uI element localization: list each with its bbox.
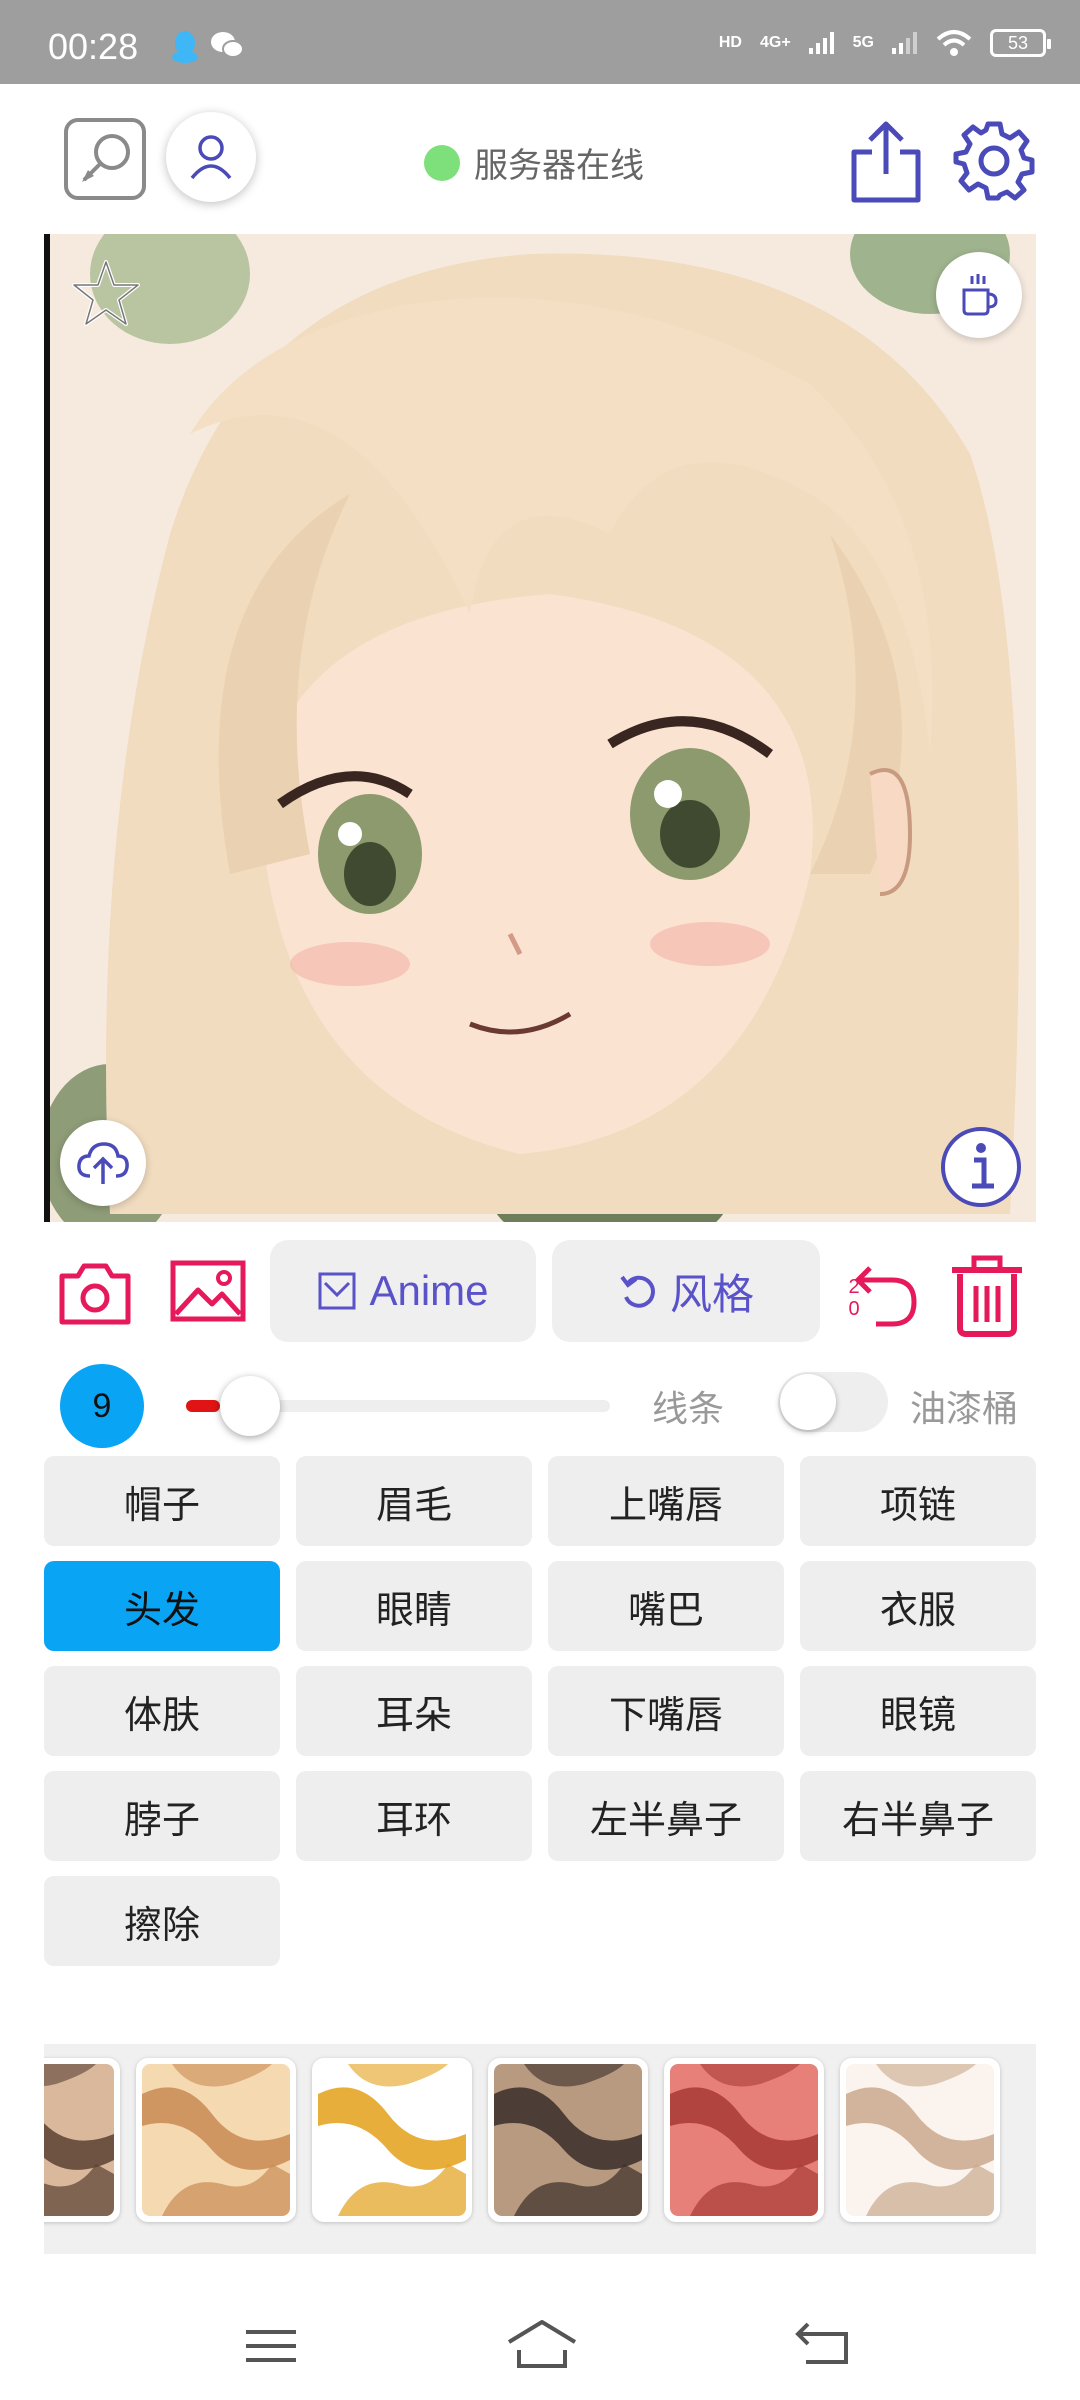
texture-pattern (846, 2064, 994, 2216)
4g-label: 4G+ (759, 34, 791, 51)
part-button[interactable]: 左半鼻子 (548, 1771, 784, 1861)
system-nav-bar (0, 2290, 1080, 2400)
texture-swatch[interactable] (44, 2058, 120, 2222)
menu-nav-button[interactable] (236, 2316, 306, 2376)
signal-icon (892, 32, 917, 54)
share-icon (851, 121, 921, 203)
star-icon (72, 260, 140, 326)
texture-pattern (142, 2064, 290, 2216)
favorite-button[interactable] (68, 256, 144, 332)
wifi-icon (936, 30, 972, 56)
texture-pattern (44, 2064, 114, 2216)
part-button[interactable]: 右半鼻子 (800, 1771, 1036, 1861)
home-icon (507, 2320, 577, 2368)
paint-bucket-label: 油漆桶 (910, 1389, 1019, 1430)
info-icon (941, 1127, 1021, 1207)
status-bar: 00:28 HD 4G+ 5G 53 (0, 0, 1080, 84)
gallery-button[interactable] (170, 1260, 246, 1322)
edit-icon (82, 134, 130, 182)
part-button[interactable]: 上嘴唇 (548, 1456, 784, 1546)
part-button[interactable]: 帽子 (44, 1456, 280, 1546)
slider-fill (186, 1400, 220, 1412)
undo-count: 2 0 (844, 1276, 864, 1320)
texture-swatch[interactable] (136, 2058, 296, 2222)
part-selector-grid: 帽子 眉毛 上嘴唇 项链头发 眼睛 嘴巴 衣服体肤 耳朵 下嘴唇 眼镜脖子 耳环 左半鼻子 右半鼻子擦除 (44, 1456, 1036, 1966)
part-button[interactable]: 头发 (44, 1561, 280, 1651)
texture-pattern (670, 2064, 818, 2216)
camera-button[interactable] (58, 1260, 132, 1326)
part-button[interactable]: 耳环 (296, 1771, 532, 1861)
style-label: 风格 (669, 1270, 754, 1318)
anime-mode-label: Anime (369, 1267, 489, 1314)
rotate-icon (620, 1275, 655, 1308)
battery-icon: 53 (990, 29, 1051, 57)
image-icon (170, 1260, 246, 1322)
image-canvas[interactable] (44, 234, 1036, 1222)
part-button[interactable]: 擦除 (44, 1876, 280, 1966)
status-indicators: HD 4G+ 5G 53 (718, 26, 1051, 60)
server-online-dot (424, 144, 460, 181)
undo-count-top: 2 (848, 1276, 860, 1298)
server-status-label: 服务器在线 (474, 146, 644, 186)
coffee-button[interactable] (936, 252, 1022, 338)
texture-swatch[interactable] (664, 2058, 824, 2222)
part-button[interactable]: 眉毛 (296, 1456, 532, 1546)
home-nav-button[interactable] (505, 2316, 577, 2376)
brush-row: 9 线条 油漆桶 (0, 1360, 1080, 1448)
paint-bucket-toggle[interactable] (778, 1372, 888, 1432)
part-button[interactable]: 眼镜 (800, 1666, 1036, 1756)
texture-pattern (318, 2064, 466, 2216)
part-button[interactable]: 嘴巴 (548, 1561, 784, 1651)
server-status: 服务器在线 (424, 138, 644, 187)
part-button[interactable]: 耳朵 (296, 1666, 532, 1756)
texture-swatch[interactable] (840, 2058, 1000, 2222)
back-icon (795, 2322, 848, 2364)
mail-icon (318, 1272, 356, 1310)
5g-label: 5G (852, 34, 874, 51)
part-button[interactable]: 下嘴唇 (548, 1666, 784, 1756)
user-button[interactable] (166, 112, 256, 202)
back-nav-button[interactable] (790, 2316, 860, 2376)
anime-mode-button[interactable]: Anime (270, 1240, 536, 1342)
part-button[interactable]: 脖子 (44, 1771, 280, 1861)
delete-button[interactable] (946, 1254, 1028, 1338)
part-button[interactable]: 项链 (800, 1456, 1036, 1546)
menu-icon (246, 2330, 296, 2362)
texture-swatch[interactable] (312, 2058, 472, 2222)
style-button[interactable]: 风格 (552, 1240, 820, 1342)
undo-count-bottom: 0 (848, 1298, 860, 1320)
slider-thumb[interactable] (220, 1376, 280, 1436)
qq-icon (172, 31, 198, 63)
coffee-icon (962, 274, 998, 316)
cloud-upload-icon (77, 1142, 129, 1184)
battery-level: 53 (1007, 33, 1029, 53)
brush-size-badge: 9 (60, 1364, 144, 1448)
lines-label: 线条 (652, 1389, 725, 1430)
texture-strip[interactable] (44, 2044, 1036, 2254)
toggle-knob (780, 1374, 836, 1430)
user-icon (190, 135, 232, 180)
gear-icon (953, 121, 1035, 201)
signal-icon (808, 32, 834, 54)
texture-pattern (494, 2064, 642, 2216)
info-button[interactable] (938, 1124, 1024, 1210)
cloud-upload-button[interactable] (60, 1120, 146, 1206)
hd-label: HD (718, 34, 742, 51)
share-button[interactable] (848, 118, 924, 204)
anime-portrait-image (50, 234, 1036, 1222)
action-row: Anime 风格 2 0 (0, 1236, 1080, 1346)
part-button[interactable]: 眼睛 (296, 1561, 532, 1651)
part-button[interactable]: 体肤 (44, 1666, 280, 1756)
part-button[interactable]: 衣服 (800, 1561, 1036, 1651)
camera-icon (59, 1263, 131, 1325)
brush-size-slider[interactable] (186, 1376, 610, 1436)
status-time: 00:28 (48, 26, 139, 67)
trash-icon (952, 1255, 1022, 1337)
wechat-icon (211, 32, 244, 58)
texture-swatch[interactable] (488, 2058, 648, 2222)
settings-button[interactable] (952, 118, 1036, 202)
edit-button[interactable] (64, 118, 146, 200)
